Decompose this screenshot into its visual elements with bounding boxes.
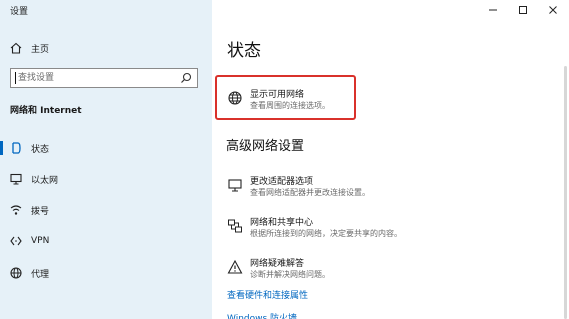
item-title: 更改适配器选项: [250, 177, 314, 187]
sidebar-item-home[interactable]: 主页: [0, 37, 212, 59]
network-troubleshooter-button[interactable]: 网络疑难解答 诊断并解决网络问题。: [222, 251, 502, 285]
text-caret: [15, 72, 16, 84]
section-heading: 高级网络设置: [226, 139, 305, 154]
sidebar-item-proxy[interactable]: 代理: [0, 262, 212, 284]
item-description: 查看周围的连接选项。: [250, 101, 330, 110]
sidebar-item-label: 以太网: [31, 175, 59, 186]
page-title: 状态: [227, 41, 261, 61]
view-hardware-properties-link[interactable]: 查看硬件和连接属性: [227, 288, 308, 301]
close-icon: [549, 6, 557, 14]
sidebar-item-label: 状态: [31, 144, 50, 155]
sidebar-item-label: 主页: [31, 44, 50, 55]
search-box[interactable]: [10, 68, 198, 88]
search-input[interactable]: [18, 70, 178, 86]
maximize-button[interactable]: [510, 2, 536, 18]
ethernet-icon: [10, 173, 22, 185]
sidebar-item-label: VPN: [31, 236, 50, 246]
windows-firewall-link[interactable]: Windows 防火墙: [227, 311, 297, 319]
minimize-button[interactable]: [480, 2, 506, 18]
proxy-globe-icon: [10, 267, 22, 279]
window-title: 设置: [10, 7, 29, 17]
maximize-icon: [519, 6, 527, 14]
vpn-icon: [10, 236, 22, 246]
warning-triangle-icon: [227, 259, 243, 274]
sidebar-item-dialup[interactable]: 拨号: [0, 199, 212, 221]
home-icon: [10, 42, 22, 54]
sidebar-item-label: 拨号: [31, 206, 50, 217]
status-icon: [12, 142, 21, 154]
change-adapter-options-button[interactable]: 更改适配器选项 查看网络适配器并更改连接设置。: [222, 169, 502, 203]
item-title: 网络疑难解答: [250, 259, 305, 269]
globe-network-icon: [228, 91, 242, 105]
scrollbar[interactable]: [564, 66, 567, 319]
network-sharing-center-button[interactable]: 网络和共享中心 根据所连接到的网络，决定要共享的内容。: [222, 210, 502, 244]
item-description: 根据所连接到的网络，决定要共享的内容。: [250, 229, 402, 238]
sidebar-item-label: 代理: [31, 269, 50, 280]
sidebar-item-status[interactable]: 状态: [0, 137, 212, 159]
sidebar-item-vpn[interactable]: VPN: [0, 230, 212, 252]
sidebar-item-ethernet[interactable]: 以太网: [0, 168, 212, 190]
item-title: 网络和共享中心: [250, 218, 314, 228]
close-button[interactable]: [540, 2, 566, 18]
dialup-icon: [10, 205, 22, 215]
search-icon[interactable]: [180, 72, 192, 84]
main-content: 状态 显示可用网络 查看周围的连接选项。 高级网络设置 更改适配器选项 查看网络…: [212, 0, 569, 319]
show-available-networks-button[interactable]: 显示可用网络 查看周围的连接选项。: [222, 82, 502, 116]
item-title: 显示可用网络: [250, 90, 305, 100]
minimize-icon: [489, 9, 497, 11]
section-label: 网络和 Internet: [10, 106, 82, 116]
sidebar: 设置 主页 网络和 Internet 状态 以太网: [0, 0, 212, 319]
item-description: 查看网络适配器并更改连接设置。: [250, 188, 370, 197]
network-sharing-icon: [228, 219, 242, 233]
item-description: 诊断并解决网络问题。: [250, 270, 330, 279]
adapter-monitor-icon: [228, 179, 242, 192]
